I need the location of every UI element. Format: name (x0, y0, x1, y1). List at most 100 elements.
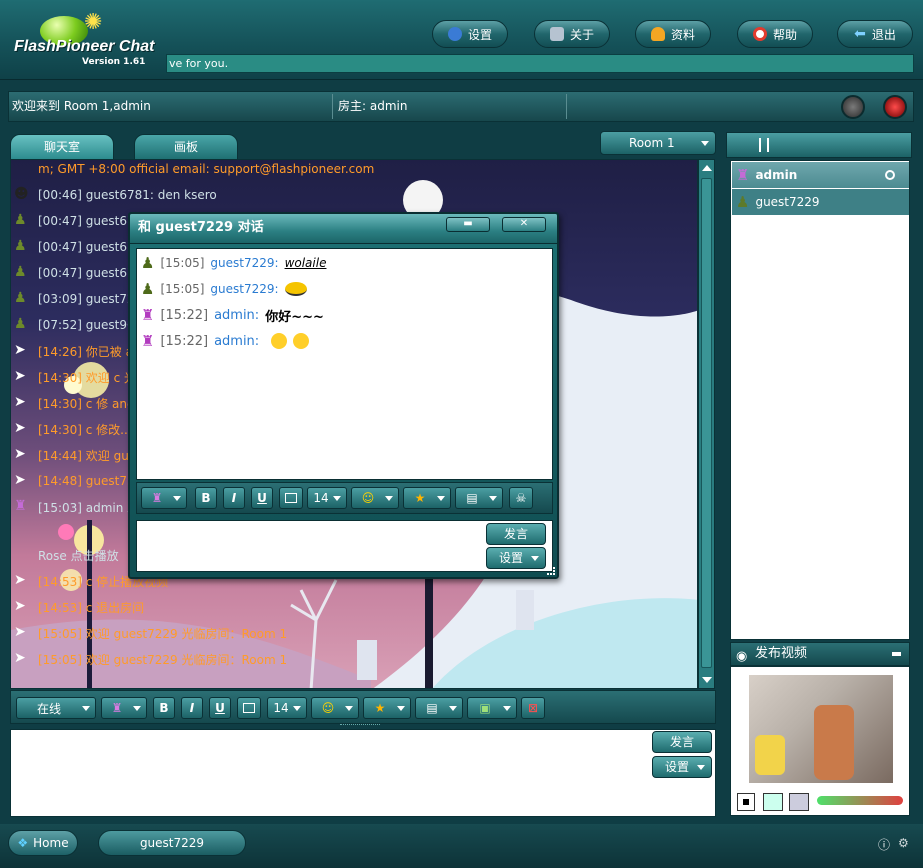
text-color-button[interactable] (279, 487, 303, 509)
message-time: [15:22] (160, 333, 209, 349)
dialog-send-button[interactable]: 发言 (486, 523, 546, 545)
stop-video-button[interactable] (737, 793, 755, 811)
user-row-guest[interactable]: ♟ guest7229 (732, 189, 909, 215)
chat-message: ➤ [15:05] 欢迎 guest7229 光临房间：Room 1 (14, 621, 694, 645)
room-select[interactable]: Room 1 (600, 131, 716, 155)
bold-button[interactable]: B (195, 487, 217, 509)
status-select[interactable]: 在线 (16, 697, 96, 719)
message-sender: admin: (214, 307, 260, 323)
announcement-ticker: ve for you. (166, 54, 914, 73)
underline-button[interactable]: U (209, 697, 231, 719)
publish-video-title: 发布视频 (755, 646, 808, 661)
home-button[interactable]: ❖ Home (8, 830, 78, 856)
dialog-settings-button[interactable]: 设置 (486, 547, 546, 569)
italic-button[interactable]: I (223, 487, 245, 509)
webcam-icon[interactable] (885, 170, 895, 180)
dialog-format-toolbar: ♜ B I U 14 ☺ ★ ▤ ☠ (136, 482, 553, 514)
camera-settings-button[interactable] (789, 793, 809, 811)
admin-avatar-icon: ♜ (14, 498, 27, 514)
chevron-down-icon (449, 706, 457, 711)
dialog-title[interactable]: 和 guest7229 对话 (130, 214, 557, 244)
settings-gear-icon[interactable]: ⚙ (898, 836, 909, 850)
avatar-select[interactable]: ♜ (101, 697, 147, 719)
chat-message: ➤ [14:53] c 退出房间 (14, 595, 694, 619)
image-icon: ▣ (479, 701, 491, 715)
speaker-button[interactable] (763, 793, 783, 811)
current-user-button[interactable]: guest7229 (98, 830, 246, 856)
document-icon: ▤ (426, 701, 438, 715)
profile-button[interactable]: 资料 (635, 20, 711, 48)
system-arrow-icon: ➤ (14, 342, 26, 358)
chat-message-text: [00:47] guest67 (38, 240, 135, 254)
stop-button[interactable] (883, 95, 907, 119)
system-arrow-icon: ➤ (14, 624, 26, 640)
user-name: guest7229 (755, 195, 820, 209)
send-button[interactable]: 发言 (652, 731, 712, 753)
scroll-up-icon[interactable] (702, 165, 712, 171)
chevron-down-icon (397, 706, 405, 711)
chevron-down-icon (531, 556, 539, 561)
settings-button[interactable]: 设置 (432, 20, 508, 48)
guest-avatar-icon: ♟ (14, 212, 27, 228)
admin-avatar-icon: ♜ (736, 166, 750, 184)
help-button[interactable]: 帮助 (737, 20, 813, 48)
about-button[interactable]: 关于 (534, 20, 610, 48)
input-settings-button[interactable]: 设置 (652, 756, 712, 778)
chevron-down-icon (333, 496, 341, 501)
message-input[interactable] (10, 729, 716, 817)
record-button[interactable] (841, 95, 865, 119)
resize-grip-icon[interactable] (547, 567, 555, 575)
drag-handle-icon[interactable] (759, 138, 769, 152)
dialog-message-area[interactable]: ♟ [15:05] guest7229: wolaile ♟ [15:05] g… (136, 248, 553, 480)
document-icon: ▤ (466, 491, 478, 505)
avatar-select[interactable]: ♜ (141, 487, 187, 509)
bold-button[interactable]: B (153, 697, 175, 719)
chat-message-text: [15:03] admin 发 (38, 500, 140, 515)
chevron-down-icon (697, 765, 705, 770)
scroll-thumb[interactable] (701, 178, 712, 668)
input-settings-label: 设置 (664, 760, 689, 774)
minimize-icon[interactable] (892, 652, 901, 656)
guest-avatar-icon: ♟ (14, 238, 27, 254)
quick-phrase-button[interactable]: ▤ (455, 487, 503, 509)
user-row-admin[interactable]: ♜ admin (732, 162, 909, 188)
exit-button[interactable]: ⬅ 退出 (837, 20, 913, 48)
chat-message: m; GMT +8:00 official email: support@fla… (14, 157, 694, 181)
dialog-message: ♜ [15:22] admin: 你好~~~ (141, 303, 324, 327)
emoji-button[interactable]: ☺ (311, 697, 359, 719)
favorites-button[interactable]: ★ (403, 487, 451, 509)
splitter-handle[interactable] (340, 724, 380, 727)
font-size-select[interactable]: 14 (307, 487, 347, 509)
font-size-value: 14 (273, 701, 289, 715)
info-icon[interactable]: ⓘ (878, 836, 890, 853)
dialog-minimize-button[interactable]: ▬ (446, 217, 490, 232)
home-icon: ❖ (17, 836, 29, 850)
clear-screen-button[interactable]: ⊠ (521, 697, 545, 719)
chat-message-text: [14:30] 欢迎 c 光 (38, 370, 136, 385)
underline-button[interactable]: U (251, 487, 273, 509)
dialog-close-button[interactable]: ✕ (502, 217, 546, 232)
favorites-button[interactable]: ★ (363, 697, 411, 719)
profile-button-label: 资料 (670, 27, 695, 42)
font-size-select[interactable]: 14 (267, 697, 307, 719)
italic-button[interactable]: I (181, 697, 203, 719)
welcome-text: 欢迎来到 Room 1,admin (12, 99, 151, 113)
smiley-icon: ☺ (361, 491, 375, 505)
cat-avatar-icon: ☻ (14, 186, 29, 202)
send-file-button[interactable]: ▣ (467, 697, 517, 719)
exit-button-label: 退出 (871, 27, 896, 42)
clear-screen-button[interactable]: ☠ (509, 487, 533, 509)
chat-message-text: [00:47] guest67 (38, 266, 135, 280)
chat-message-text: m; GMT +8:00 official email: support@fla… (38, 162, 375, 176)
emoji-button[interactable]: ☺ (351, 487, 399, 509)
video-preview (749, 675, 893, 783)
volume-slider[interactable] (817, 796, 903, 805)
chat-scrollbar[interactable] (698, 159, 715, 689)
divider (332, 94, 333, 119)
quick-phrase-button[interactable]: ▤ (415, 697, 463, 719)
text-color-button[interactable] (237, 697, 261, 719)
scroll-down-icon[interactable] (702, 677, 712, 683)
chat-message-text: [14:30] c 修 anc (38, 396, 134, 411)
avatar-icon: ♜ (111, 701, 123, 715)
chat-message-text: [00:46] guest6781: den ksero (38, 188, 217, 202)
